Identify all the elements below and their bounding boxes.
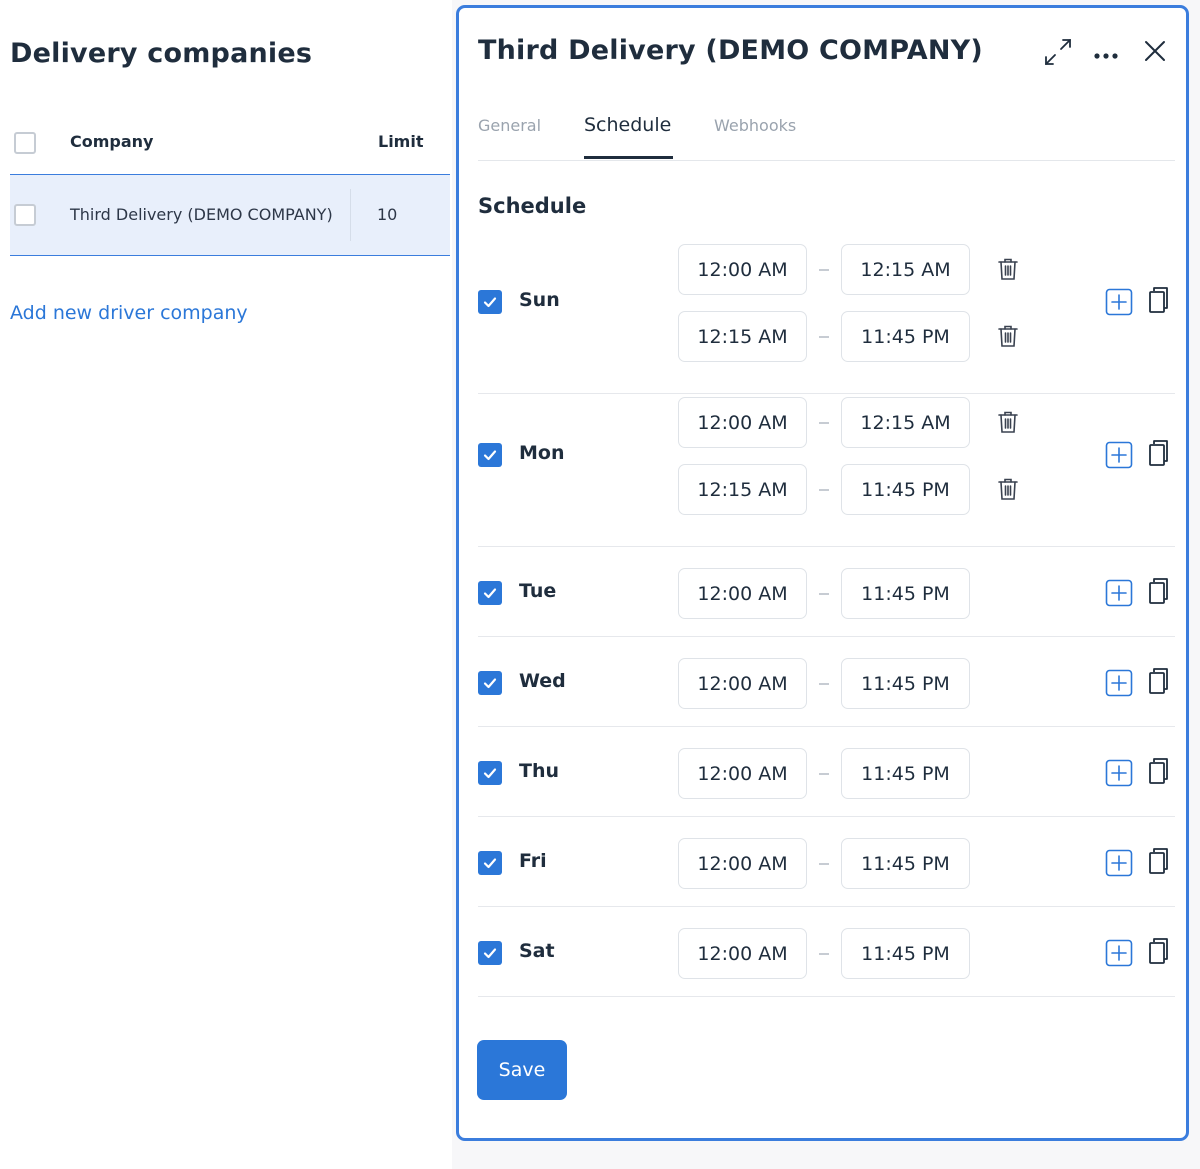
add-range-icon[interactable] [1105, 288, 1133, 320]
schedule-day-sun: Sun 12:00 AM 12:15 AM 12:15 AM 11:45 PM [478, 244, 1175, 394]
day-label: Fri [519, 850, 547, 872]
start-time-field[interactable]: 12:15 AM [678, 464, 807, 515]
schedule-day-thu: Thu 12:00 AM 11:45 PM [478, 730, 1175, 817]
day-checkbox[interactable] [478, 443, 502, 467]
range-separator [819, 269, 829, 271]
end-time-field[interactable]: 11:45 PM [841, 658, 970, 709]
day-label: Tue [519, 580, 557, 602]
copy-icon[interactable] [1148, 847, 1172, 879]
day-checkbox[interactable] [478, 290, 502, 314]
day-label: Mon [519, 442, 565, 464]
table-row[interactable]: Third Delivery (DEMO COMPANY) 10 [10, 174, 450, 256]
add-range-icon[interactable] [1105, 759, 1133, 791]
page-title: Delivery companies [10, 38, 313, 69]
start-time-field[interactable]: 12:00 AM [678, 838, 807, 889]
company-drawer: Third Delivery (DEMO COMPANY) General Sc… [456, 5, 1189, 1141]
add-driver-company-link[interactable]: Add new driver company [10, 302, 248, 324]
select-all-checkbox[interactable] [14, 132, 36, 154]
copy-icon[interactable] [1148, 286, 1172, 318]
day-checkbox[interactable] [478, 941, 502, 965]
range-separator [819, 422, 829, 424]
range-separator [819, 683, 829, 685]
range-separator [819, 593, 829, 595]
add-range-icon[interactable] [1105, 441, 1133, 473]
range-separator [819, 773, 829, 775]
start-time-field[interactable]: 12:00 AM [678, 658, 807, 709]
schedule-day-fri: Fri 12:00 AM 11:45 PM [478, 820, 1175, 907]
copy-icon[interactable] [1148, 757, 1172, 789]
schedule-day-tue: Tue 12:00 AM 11:45 PM [478, 550, 1175, 637]
trash-icon[interactable] [997, 324, 1019, 352]
range-separator [819, 953, 829, 955]
range-separator [819, 863, 829, 865]
more-icon[interactable] [1093, 46, 1119, 65]
add-range-icon[interactable] [1105, 579, 1133, 611]
range-separator [819, 336, 829, 338]
start-time-field[interactable]: 12:00 AM [678, 568, 807, 619]
schedule-day-sat: Sat 12:00 AM 11:45 PM [478, 910, 1175, 997]
active-tab-indicator [584, 156, 673, 159]
table-header: Company Limit [10, 118, 450, 170]
day-checkbox[interactable] [478, 851, 502, 875]
column-header-company[interactable]: Company [70, 132, 153, 151]
trash-icon[interactable] [997, 410, 1019, 438]
row-checkbox[interactable] [14, 204, 36, 226]
limit-cell: 10 [377, 205, 398, 224]
column-divider [350, 189, 351, 241]
start-time-field[interactable]: 12:00 AM [678, 397, 807, 448]
day-checkbox[interactable] [478, 671, 502, 695]
tab-webhooks[interactable]: Webhooks [714, 116, 796, 135]
drawer-tabs: General Schedule Webhooks [478, 108, 1175, 161]
copy-icon[interactable] [1148, 937, 1172, 969]
drawer-title: Third Delivery (DEMO COMPANY) [478, 35, 983, 66]
day-label: Thu [519, 760, 560, 782]
end-time-field[interactable]: 11:45 PM [841, 928, 970, 979]
copy-icon[interactable] [1148, 577, 1172, 609]
day-checkbox[interactable] [478, 581, 502, 605]
schedule-day-wed: Wed 12:00 AM 11:45 PM [478, 640, 1175, 727]
day-checkbox[interactable] [478, 761, 502, 785]
copy-icon[interactable] [1148, 667, 1172, 699]
section-title: Schedule [478, 194, 587, 218]
column-header-limit[interactable]: Limit [378, 132, 423, 151]
expand-icon[interactable] [1042, 36, 1074, 72]
save-button[interactable]: Save [477, 1040, 567, 1100]
trash-icon[interactable] [997, 257, 1019, 285]
start-time-field[interactable]: 12:00 AM [678, 928, 807, 979]
trash-icon[interactable] [997, 477, 1019, 505]
end-time-field[interactable]: 11:45 PM [841, 464, 970, 515]
company-name-cell: Third Delivery (DEMO COMPANY) [70, 205, 333, 224]
end-time-field[interactable]: 12:15 AM [841, 397, 970, 448]
day-label: Sat [519, 940, 555, 962]
schedule-day-mon: Mon 12:00 AM 12:15 AM 12:15 AM 11:45 PM [478, 397, 1175, 547]
start-time-field[interactable]: 12:00 AM [678, 244, 807, 295]
add-range-icon[interactable] [1105, 849, 1133, 881]
copy-icon[interactable] [1148, 439, 1172, 471]
companies-panel: Delivery companies Company Limit Third D… [0, 0, 452, 1169]
day-label: Wed [519, 670, 566, 692]
end-time-field[interactable]: 11:45 PM [841, 748, 970, 799]
day-label: Sun [519, 289, 560, 311]
tab-schedule[interactable]: Schedule [584, 114, 671, 136]
start-time-field[interactable]: 12:15 AM [678, 311, 807, 362]
tab-general[interactable]: General [478, 116, 541, 135]
add-range-icon[interactable] [1105, 669, 1133, 701]
end-time-field[interactable]: 11:45 PM [841, 311, 970, 362]
close-icon[interactable] [1143, 39, 1167, 67]
end-time-field[interactable]: 11:45 PM [841, 838, 970, 889]
range-separator [819, 489, 829, 491]
end-time-field[interactable]: 11:45 PM [841, 568, 970, 619]
add-range-icon[interactable] [1105, 939, 1133, 971]
start-time-field[interactable]: 12:00 AM [678, 748, 807, 799]
end-time-field[interactable]: 12:15 AM [841, 244, 970, 295]
